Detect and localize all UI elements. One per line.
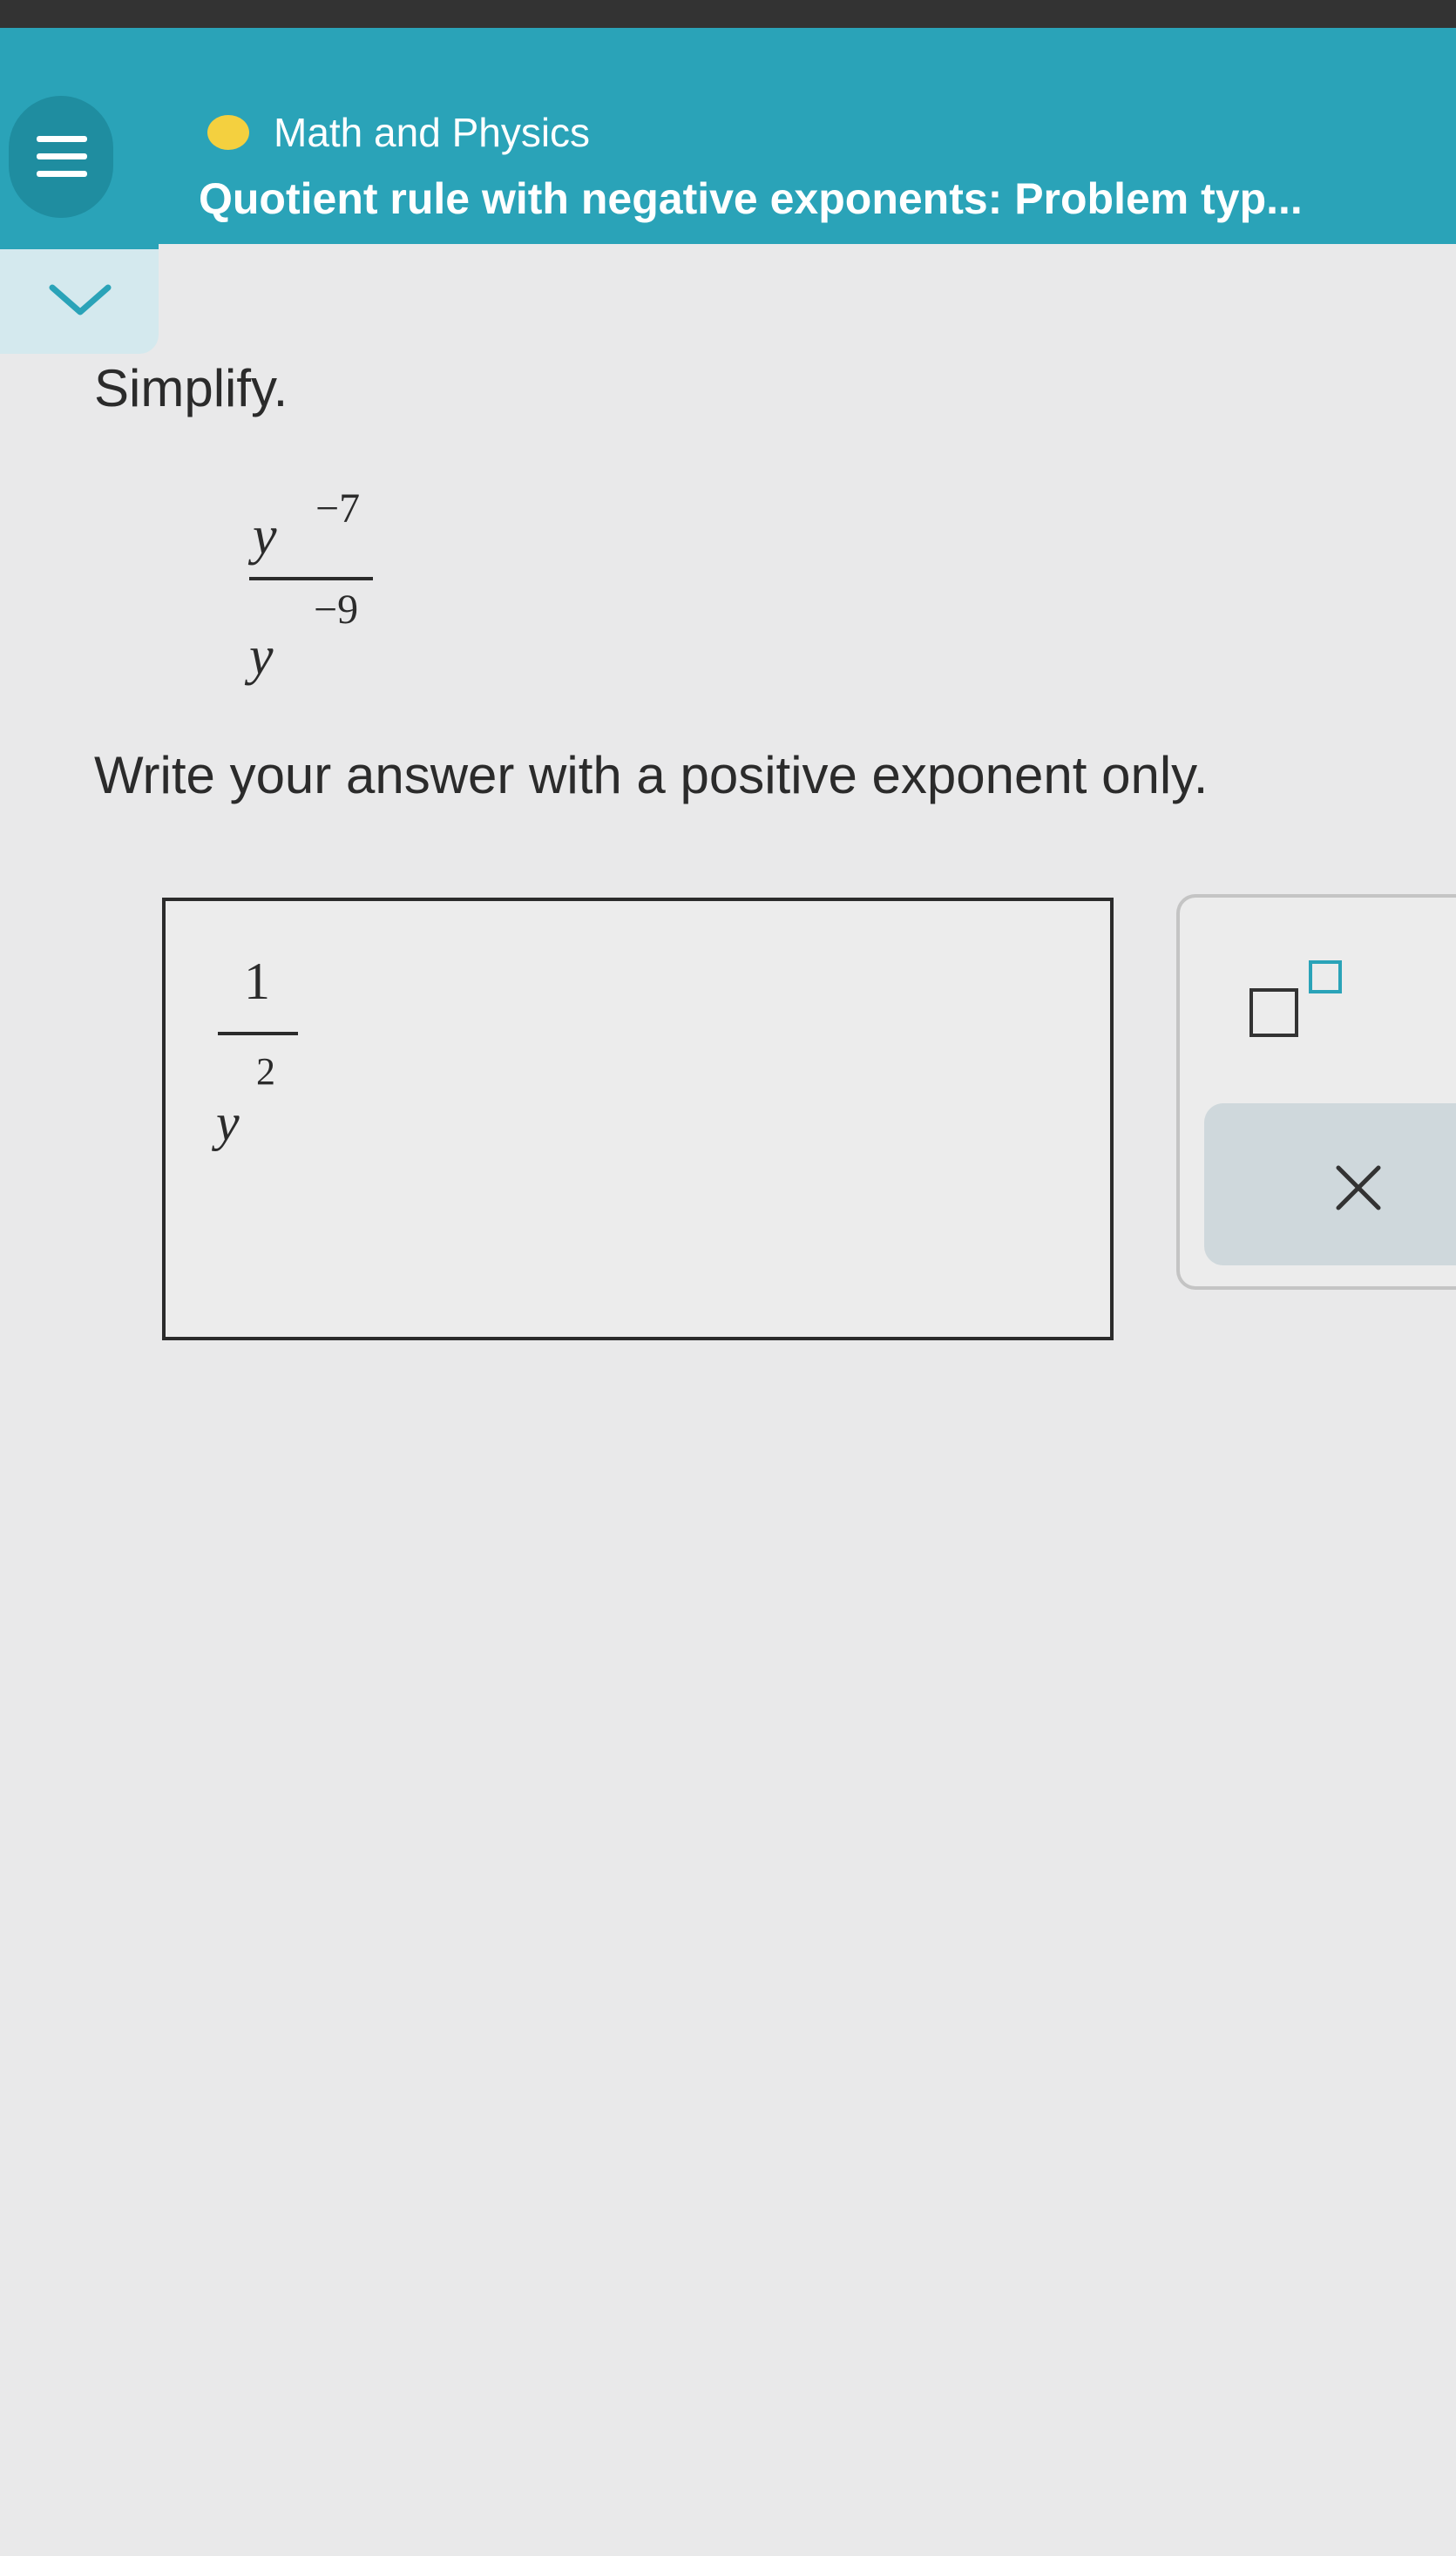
answer-denominator-exponent: 2	[256, 1050, 275, 1093]
problem-fraction-bar	[249, 577, 373, 580]
exponent-tool-button[interactable]	[1244, 953, 1358, 1049]
math-tool-panel	[1176, 894, 1456, 1290]
superscript-template-icon	[1249, 960, 1342, 1037]
menu-button[interactable]	[9, 96, 113, 218]
header-bar: Math and Physics Quotient rule with nega…	[0, 28, 1456, 244]
answer-fraction-bar	[218, 1032, 298, 1035]
problem-instruction: Simplify.	[94, 359, 288, 417]
category-label: Math and Physics	[274, 110, 591, 155]
answer-numerator: 1	[244, 953, 270, 1010]
problem-denominator-exponent: −9	[314, 586, 359, 633]
answer-input[interactable]: 1 y 2	[162, 898, 1114, 1340]
top-screen-edge	[0, 0, 1456, 28]
problem-numerator-exponent: −7	[315, 485, 361, 532]
topic-title: Quotient rule with negative exponents: P…	[199, 174, 1303, 223]
problem-content: Simplify. y −7 y −9 Write your answer wi…	[0, 349, 1456, 2556]
chevron-down-icon	[49, 284, 112, 315]
collapse-toggle-button[interactable]	[0, 244, 159, 354]
problem-numerator-base: y	[253, 506, 277, 566]
close-icon	[1336, 1165, 1381, 1210]
answer-denominator-base: y	[216, 1094, 240, 1151]
clear-answer-button[interactable]	[1204, 1103, 1456, 1265]
category-status-dot	[207, 115, 249, 150]
answer-instruction: Write your answer with a positive expone…	[94, 746, 1209, 804]
problem-denominator-base: y	[249, 627, 274, 686]
